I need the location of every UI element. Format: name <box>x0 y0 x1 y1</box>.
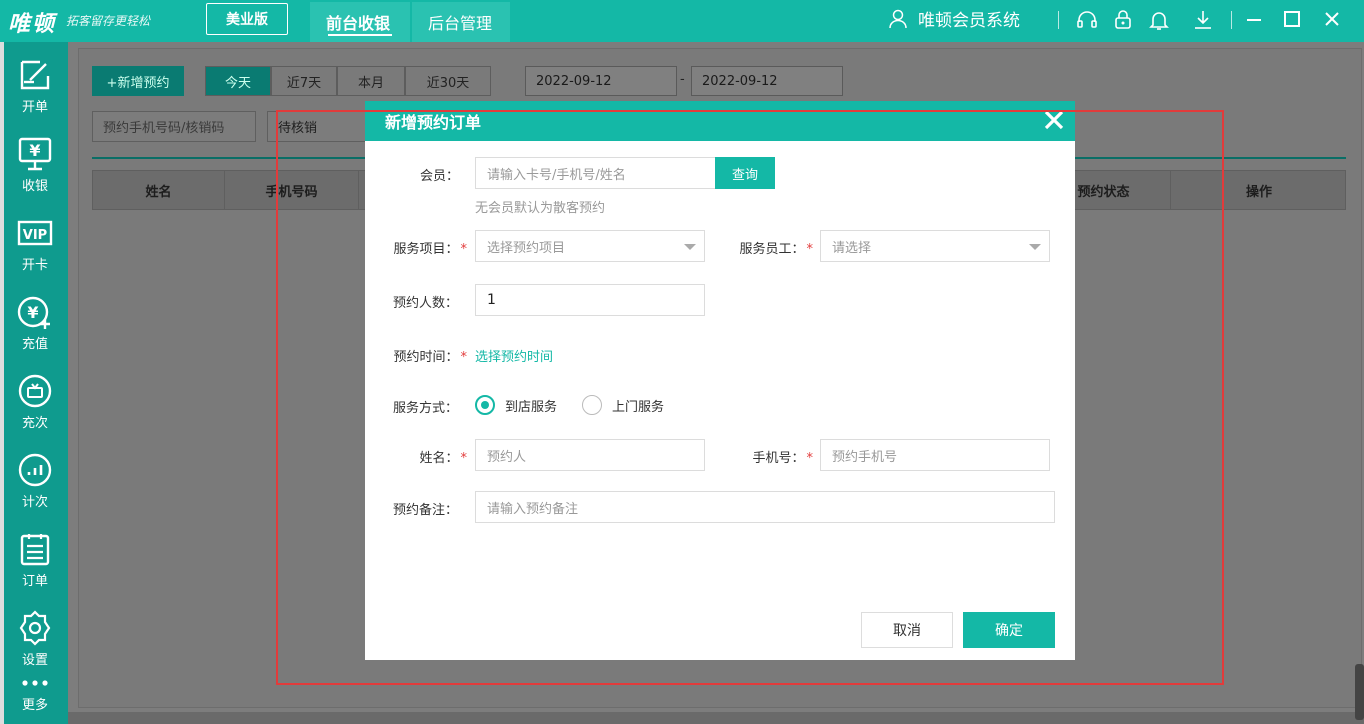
sidebar-item-open-order[interactable]: 开单 <box>4 46 66 118</box>
svg-text:¥: ¥ <box>29 141 40 160</box>
sidebar-item-label: 计次 <box>21 495 48 510</box>
cash-register-icon: ¥ <box>18 137 52 171</box>
sidebar-item-label: 充次 <box>21 416 48 431</box>
sidebar-item-count[interactable]: 计次 <box>4 441 66 513</box>
range-month[interactable]: 本月 <box>337 66 405 96</box>
svg-text:VIP: VIP <box>23 228 47 243</box>
scrollbar[interactable] <box>1355 664 1364 720</box>
sidebar-item-recharge-times[interactable]: 充次 <box>4 362 66 434</box>
tab-backend-admin[interactable]: 后台管理 <box>412 2 510 42</box>
bell-icon[interactable] <box>1147 8 1171 32</box>
tab-front-cashier-label: 前台收银 <box>326 14 391 33</box>
app-slogan: 拓客留存更轻松 <box>66 14 151 28</box>
sidebar-item-label: 收银 <box>21 179 48 194</box>
user-icon <box>889 9 907 28</box>
system-user[interactable]: 唯顿会员系统 <box>888 6 1020 31</box>
sidebar-item-label: 开单 <box>21 100 48 115</box>
status-strip <box>68 712 1364 724</box>
sidebar-item-recharge[interactable]: ¥ 充值 <box>4 283 66 355</box>
tab-backend-admin-label: 后台管理 <box>428 14 493 33</box>
range-today[interactable]: 今天 <box>205 66 271 96</box>
date-separator: - <box>680 72 685 87</box>
chart-icon <box>18 453 52 487</box>
edit-icon <box>20 60 50 90</box>
sidebar-item-more[interactable]: 更多 <box>4 666 66 722</box>
sidebar-item-label: 充值 <box>21 337 48 352</box>
gear-icon <box>19 610 51 646</box>
sidebar-item-settings[interactable]: 设置 <box>4 599 66 671</box>
date-range-tabs: 今天 近7天 本月 近30天 <box>205 66 491 96</box>
range-30days[interactable]: 近30天 <box>405 66 491 96</box>
download-icon[interactable] <box>1191 8 1215 32</box>
recharge-icon: ¥ <box>17 296 50 329</box>
sidebar-item-open-card[interactable]: VIP 开卡 <box>4 204 66 276</box>
times-card-icon <box>18 374 52 408</box>
date-to-field[interactable]: 2022-09-12 <box>691 66 843 96</box>
edition-badge[interactable]: 美业版 <box>206 3 288 35</box>
sidebar-item-label: 订单 <box>21 574 48 589</box>
range-7days[interactable]: 近7天 <box>271 66 337 96</box>
sidebar-item-orders[interactable]: 订单 <box>4 520 66 592</box>
phone-code-search-input[interactable]: 预约手机号码/核销码 <box>92 111 256 142</box>
system-name: 唯顿会员系统 <box>918 11 1020 31</box>
more-icon <box>22 680 48 686</box>
date-from-field[interactable]: 2022-09-12 <box>525 66 677 96</box>
col-name: 姓名 <box>93 171 225 209</box>
app-logo: 唯顿 <box>8 11 57 37</box>
vip-card-icon: VIP <box>17 220 53 246</box>
sidebar-item-label: 更多 <box>21 698 48 713</box>
tab-front-cashier[interactable]: 前台收银 <box>310 2 410 42</box>
close-window-icon[interactable] <box>1322 9 1342 29</box>
highlight-outline <box>276 110 1224 685</box>
headset-icon[interactable] <box>1075 8 1099 32</box>
svg-text:¥: ¥ <box>27 303 38 322</box>
maximize-icon[interactable] <box>1282 9 1302 29</box>
sidebar-item-label: 开卡 <box>21 258 48 273</box>
order-list-icon <box>20 534 50 566</box>
sidebar: 开单 ¥ 收银 VIP 开卡 ¥ 充值 充次 计次 订单 设置 更多 <box>0 42 68 724</box>
lock-icon[interactable] <box>1111 8 1135 32</box>
sidebar-item-cashier[interactable]: ¥ 收银 <box>4 125 66 197</box>
top-bar: 唯顿 拓客留存更轻松 美业版 前台收银 后台管理 唯顿会员系统 <box>0 0 1364 42</box>
minimize-icon[interactable] <box>1244 10 1264 30</box>
add-reservation-button[interactable]: +新增预约 <box>92 66 184 96</box>
